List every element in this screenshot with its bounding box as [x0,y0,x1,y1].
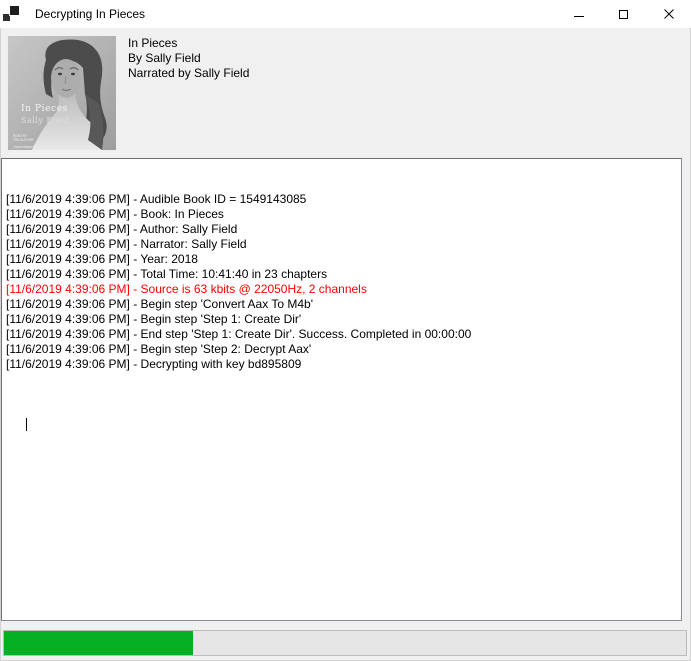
cover-author-text: Sally Field [21,116,69,125]
maximize-icon [619,10,628,19]
app-window: Decrypting In Pieces [0,0,691,661]
log-line: [11/6/2019 4:39:06 PM] - End step 'Step … [6,327,681,342]
close-icon [664,9,674,19]
minimize-icon [574,16,584,17]
book-narrator: Narrated by Sally Field [128,66,249,81]
window-title: Decrypting In Pieces [35,0,145,28]
caret-line [6,402,681,417]
log-line: [11/6/2019 4:39:06 PM] - Begin step 'Ste… [6,342,681,357]
progress-fill [4,631,193,655]
log-line: [11/6/2019 4:39:06 PM] - Book: In Pieces [6,207,681,222]
text-caret [26,418,27,431]
caption-buttons [556,0,691,28]
close-button[interactable] [646,0,691,28]
app-icon [3,6,19,22]
log-line: [11/6/2019 4:39:06 PM] - Source is 63 kb… [6,282,681,297]
cover-art: In Pieces Sally Field READ BY THE AUTHOR… [8,36,116,150]
log-line: [11/6/2019 4:39:06 PM] - Decrypting with… [6,357,681,372]
cover-unabridged-text: Unabridged [13,144,34,149]
log-line: [11/6/2019 4:39:06 PM] - Narrator: Sally… [6,237,681,252]
title-bar: Decrypting In Pieces [0,0,691,28]
book-author: By Sally Field [128,51,249,66]
maximize-button[interactable] [601,0,646,28]
log-lines: [11/6/2019 4:39:06 PM] - Audible Book ID… [6,192,681,372]
log-line: [11/6/2019 4:39:06 PM] - Year: 2018 [6,252,681,267]
progress-bar [3,630,687,656]
log-line: [11/6/2019 4:39:06 PM] - Total Time: 10:… [6,267,681,282]
log-line: [11/6/2019 4:39:06 PM] - Audible Book ID… [6,192,681,207]
book-title: In Pieces [128,36,249,51]
book-cover-image: In Pieces Sally Field READ BY THE AUTHOR… [8,36,116,150]
minimize-button[interactable] [556,0,601,28]
log-line: [11/6/2019 4:39:06 PM] - Author: Sally F… [6,222,681,237]
log-textbox[interactable]: [11/6/2019 4:39:06 PM] - Audible Book ID… [1,158,682,621]
log-line: [11/6/2019 4:39:06 PM] - Begin step 'Ste… [6,312,681,327]
book-info: In Pieces By Sally Field Narrated by Sal… [128,36,249,81]
cover-readby-line2: THE AUTHOR [13,138,34,142]
cover-title-text: In Pieces [21,104,68,114]
log-line: [11/6/2019 4:39:06 PM] - Begin step 'Con… [6,297,681,312]
